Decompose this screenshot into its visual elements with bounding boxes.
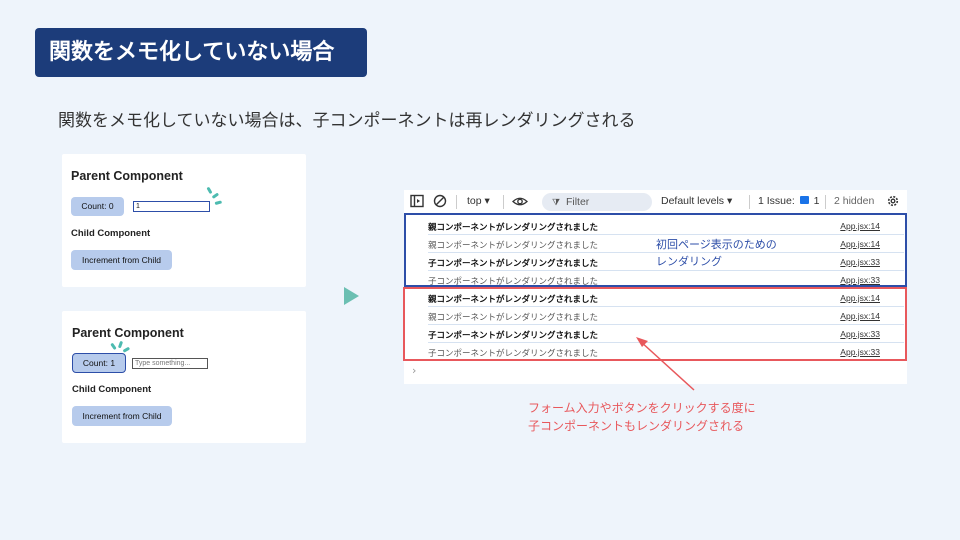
- play-arrow-icon: [344, 287, 359, 305]
- sparkle-icon: [214, 200, 222, 205]
- sparkle-icon: [211, 192, 219, 199]
- app-screenshot-after-click: Parent Component Count: 1 Type something…: [62, 311, 306, 443]
- console-prompt[interactable]: ›: [412, 364, 416, 377]
- parent-component-heading: Parent Component: [71, 169, 183, 183]
- issue-icon: [799, 196, 809, 204]
- sidebar-toggle-icon[interactable]: [410, 194, 424, 211]
- eye-icon[interactable]: [512, 195, 528, 211]
- filter-input[interactable]: ⧩ Filter: [542, 193, 652, 211]
- increment-from-child-button[interactable]: Increment from Child: [71, 250, 172, 270]
- toolbar-divider: [749, 195, 750, 209]
- text-input[interactable]: Type something...: [132, 358, 208, 369]
- rerender-note: フォーム入力やボタンをクリックする度に 子コンポーネントもレンダリングされる: [528, 401, 756, 433]
- sparkle-icon: [206, 186, 213, 195]
- app-screenshot-initial: Parent Component Count: 0 1 Child Compon…: [62, 154, 306, 287]
- text-input[interactable]: 1: [133, 201, 210, 212]
- slide-title: 関数をメモ化していない場合: [35, 28, 367, 77]
- parent-component-heading: Parent Component: [72, 326, 184, 340]
- increment-from-child-button[interactable]: Increment from Child: [72, 406, 172, 426]
- slide-subtitle: 関数をメモ化していない場合は、子コンポーネントは再レンダリングされる: [58, 111, 636, 131]
- toolbar-divider: [503, 195, 504, 209]
- child-component-heading: Child Component: [71, 228, 151, 239]
- toolbar-divider: [456, 195, 457, 209]
- console-toolbar: top ▾ ⧩ Filter Default levels ▾ 1 Issue:…: [404, 190, 907, 214]
- clear-console-icon[interactable]: [433, 194, 447, 211]
- child-component-heading: Child Component: [72, 384, 152, 395]
- toolbar-divider: [825, 195, 826, 209]
- count-button[interactable]: Count: 1: [72, 353, 126, 373]
- hidden-count: 2 hidden: [834, 195, 875, 207]
- issues-button[interactable]: 1 Issue: 1: [758, 195, 819, 207]
- sparkle-icon: [122, 346, 130, 353]
- context-selector[interactable]: top ▾: [467, 195, 490, 207]
- rerender-highlight: [403, 287, 907, 361]
- settings-gear-icon[interactable]: [886, 194, 900, 211]
- levels-dropdown[interactable]: Default levels ▾: [661, 195, 732, 207]
- count-button[interactable]: Count: 0: [71, 197, 124, 216]
- sparkle-icon: [117, 340, 123, 349]
- sparkle-icon: [110, 342, 117, 351]
- initial-render-note: 初回ページ表示のための レンダリング: [656, 238, 777, 268]
- filter-icon: ⧩: [552, 197, 561, 207]
